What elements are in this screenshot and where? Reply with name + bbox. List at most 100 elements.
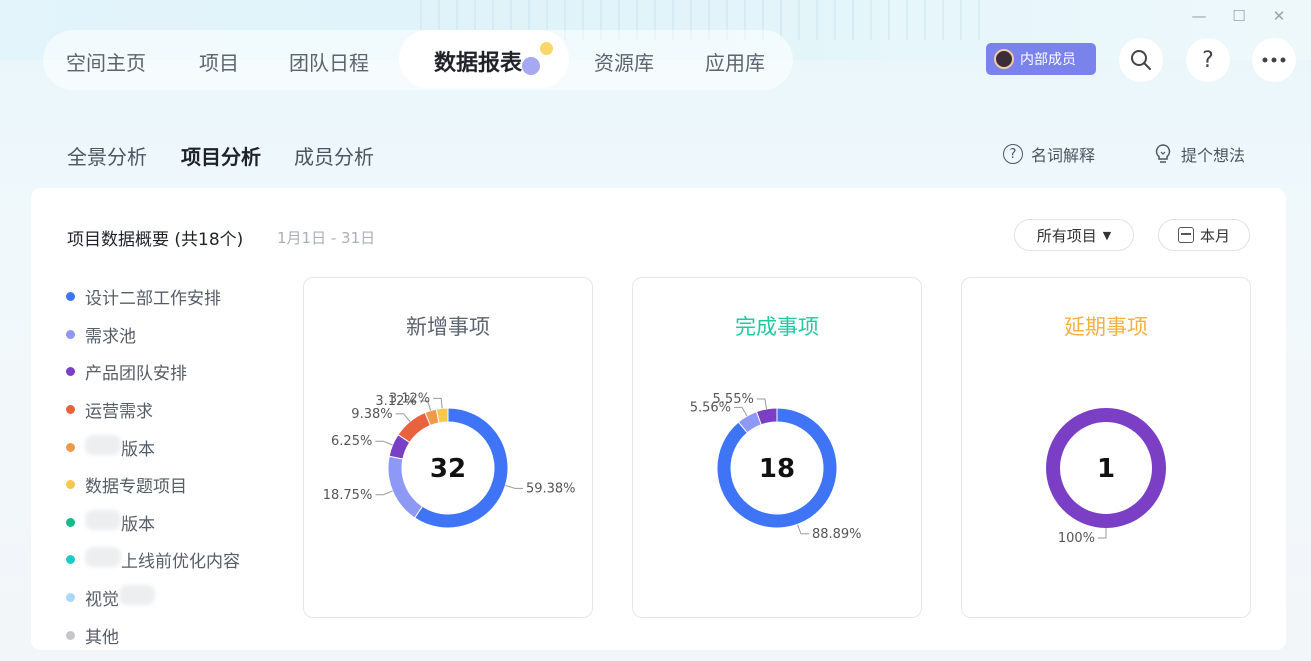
idea-link[interactable]: 提个想法 [1153,142,1245,166]
donut-percent-label: 100% [1058,531,1095,546]
minimize-button[interactable]: — [1179,6,1219,26]
legend-label: 上线前优化内容 [85,547,240,572]
question-icon: ? [1202,47,1214,73]
legend-dot [66,292,75,302]
lightbulb-icon [1155,144,1171,163]
close-button[interactable]: ✕ [1259,6,1299,26]
nav-tab-reports[interactable]: 数据报表 [434,45,522,77]
project-legend: 设计二部工作安排 需求池 产品团队安排 运营需求 版本 数据专题项目 版本 上线前优化内容 视觉… [66,278,240,654]
donut-total: 18 [759,454,795,484]
glossary-label: 名词解释 [1031,146,1096,165]
legend-dot [66,517,75,527]
legend-item[interactable]: 产品团队安排 [66,353,240,391]
legend-dot [66,630,75,640]
subtab-overview[interactable]: 全景分析 [67,141,147,170]
search-button[interactable] [1119,38,1163,82]
legend-item[interactable]: 需求池 [66,316,240,354]
donut-percent-label: 18.75% [323,488,373,503]
legend-item[interactable]: 数据专题项目 [66,466,240,504]
label-leader-line [505,484,523,489]
legend-dot [66,367,75,377]
project-filter-label: 所有项目 [1036,226,1097,245]
legend-label: 产品团队安排 [85,364,187,385]
legend-item[interactable]: 其他 [66,616,240,654]
more-button[interactable] [1252,38,1296,82]
decor-dot-yellow [540,42,553,55]
legend-item[interactable]: 视觉 [66,579,240,617]
nav-tab-resources[interactable]: 资源库 [594,47,654,76]
legend-label: 设计二部工作安排 [85,289,221,310]
member-badge[interactable]: 内部成员 [986,43,1096,75]
legend-item[interactable]: 版本 [66,428,240,466]
donut-percent-label: 59.38% [526,481,576,496]
donut-segment[interactable] [387,455,424,519]
legend-item[interactable]: 设计二部工作安排 [66,278,240,316]
legend-label: 其他 [85,627,119,648]
redacted-text [85,434,121,455]
label-leader-line [756,398,768,409]
donut-segment[interactable] [397,411,432,444]
redacted-text [119,585,155,606]
project-filter-dropdown[interactable]: 所有项目 ▼ [1014,219,1134,251]
window-controls: — ☐ ✕ [1179,6,1299,26]
maximize-button[interactable]: ☐ [1219,6,1259,26]
legend-label: 版本 [85,434,155,460]
member-badge-label: 内部成员 [1020,52,1076,68]
legend-dot [66,442,75,452]
legend-label: 运营需求 [85,402,153,423]
legend-dot [66,555,75,565]
caret-down-icon: ▼ [1102,228,1112,242]
overview-date-range: 1月1日 - 31日 [277,229,376,247]
label-leader-line [1098,528,1107,539]
legend-dot [66,480,75,490]
search-icon [1131,50,1151,70]
subtab-project[interactable]: 项目分析 [181,141,261,170]
label-leader-line [797,524,809,535]
label-leader-line [433,397,443,409]
glossary-link[interactable]: ? 名词解释 [1003,142,1095,166]
legend-dot [66,329,75,339]
help-button[interactable]: ? [1186,38,1230,82]
donut-chart: 59.38%18.75%6.25%9.38%3.12%3.12%32 [323,391,576,529]
nav-tab-apps[interactable]: 应用库 [705,47,765,76]
period-label: 本月 [1199,226,1230,245]
nav-tab-space-home[interactable]: 空间主页 [66,47,146,76]
legend-label: 版本 [85,509,155,535]
nav-tab-team-schedule[interactable]: 团队日程 [289,47,369,76]
legend-dot [66,405,75,415]
donut-percent-label: 5.55% [713,392,754,407]
avatar [994,49,1014,69]
label-leader-line [375,440,393,446]
donut-percent-label: 6.25% [331,434,372,449]
legend-item[interactable]: 运营需求 [66,391,240,429]
donut-total: 1 [1097,454,1115,484]
stat-card-title: 新增事项 [406,315,490,339]
more-icon [1262,57,1286,63]
legend-dot [66,593,75,603]
redacted-text [85,547,121,568]
donut-chart: 100% 1 [1046,408,1166,546]
label-leader-line [395,413,411,422]
overview-title: 项目数据概要 (共18个) [67,230,244,250]
stat-card-title: 延期事项 [1064,315,1148,339]
legend-item[interactable]: 上线前优化内容 [66,541,240,579]
idea-label: 提个想法 [1181,146,1246,165]
label-leader-line [734,406,748,417]
legend-item[interactable]: 版本 [66,504,240,542]
donut-percent-label: 88.89% [812,527,862,542]
question-circle-icon: ? [1003,144,1023,164]
nav-tab-projects[interactable]: 项目 [199,47,239,76]
stat-card-title: 完成事项 [735,315,819,339]
calendar-icon [1177,227,1194,243]
subtab-member[interactable]: 成员分析 [294,141,374,170]
legend-label: 需求池 [85,326,136,347]
redacted-text [85,509,121,530]
decor-dot-blue [522,57,540,75]
donut-chart: 88.89%5.56%5.55%18 [690,392,862,542]
period-picker[interactable]: 本月 [1158,219,1250,251]
donut-total: 32 [430,454,466,484]
donut-percent-label: 3.12% [389,391,430,406]
donut-percent-label: 9.38% [351,407,392,422]
label-leader-line [375,490,393,496]
legend-label: 数据专题项目 [85,477,187,498]
